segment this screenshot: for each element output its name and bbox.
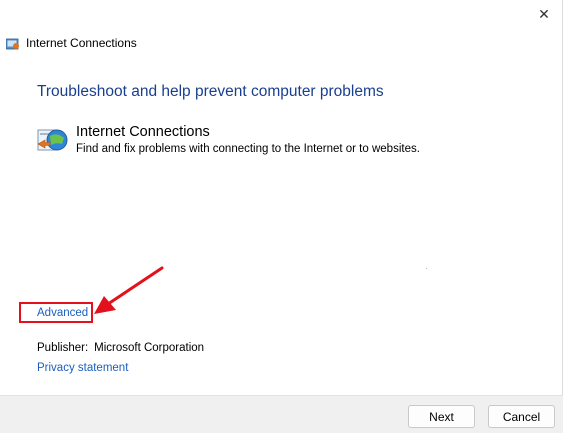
privacy-statement-link[interactable]: Privacy statement: [37, 362, 128, 374]
publisher-value: Microsoft Corporation: [94, 342, 205, 354]
publisher-info: Publisher: Microsoft Corporation: [37, 342, 204, 354]
window-title: Internet Connections: [26, 36, 137, 50]
next-button[interactable]: Next: [408, 405, 475, 428]
advanced-link[interactable]: Advanced: [37, 307, 88, 319]
troubleshooter-item: Internet Connections Find and fix proble…: [36, 124, 420, 158]
publisher-label: Publisher:: [37, 342, 89, 354]
annotation-arrow-icon: [94, 266, 164, 314]
title-bar: Internet Connections: [5, 35, 137, 51]
page-heading: Troubleshoot and help prevent computer p…: [37, 83, 384, 100]
cancel-button[interactable]: Cancel: [488, 405, 555, 428]
item-title: Internet Connections: [76, 124, 210, 140]
internet-connections-icon: [36, 126, 70, 158]
troubleshooter-app-icon: [5, 37, 20, 50]
stray-dot: [426, 268, 427, 269]
close-button[interactable]: ✕: [532, 4, 556, 24]
close-icon: ✕: [538, 6, 550, 22]
troubleshooter-window: ✕ Internet Connections Troubleshoot and …: [0, 0, 563, 433]
footer-bar: [0, 395, 563, 433]
item-description: Find and fix problems with connecting to…: [76, 143, 420, 155]
